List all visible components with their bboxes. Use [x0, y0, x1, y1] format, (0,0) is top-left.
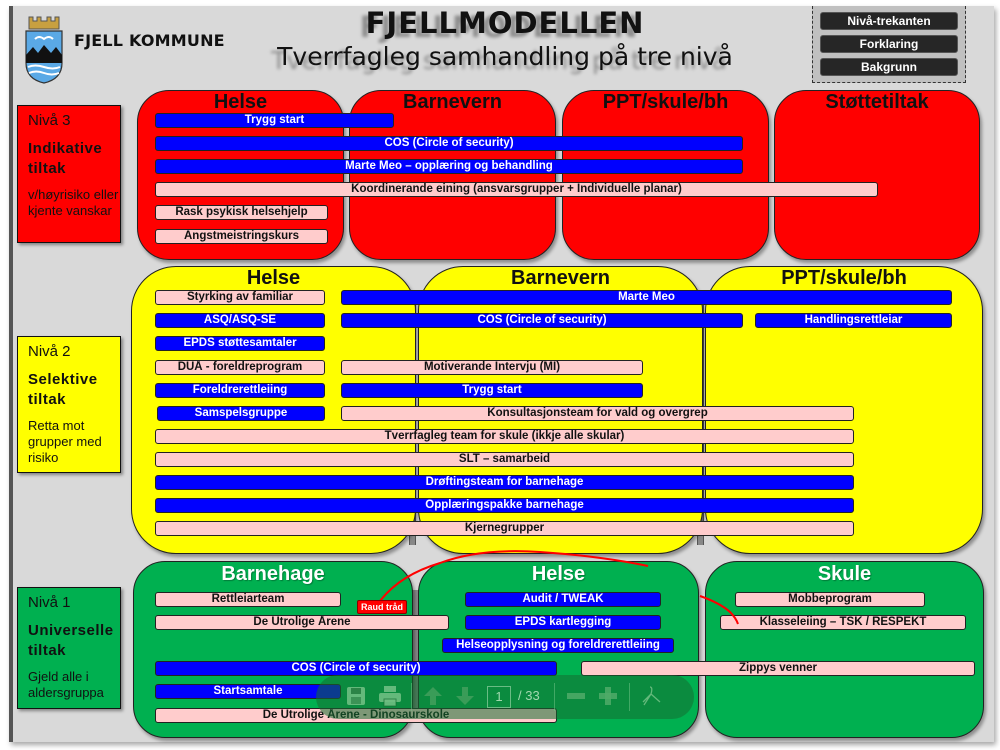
zoom-in-icon[interactable]	[596, 685, 620, 709]
toolbar-separator	[629, 683, 630, 711]
tiltak-bar[interactable]: Mobbeprogram	[735, 592, 925, 607]
org-name: FJELL KOMMUNE	[74, 31, 225, 50]
column-title: Helse	[246, 267, 301, 289]
column-title: Helse	[213, 91, 268, 113]
level-type: Selektive tiltak	[28, 371, 98, 408]
forklaring-button[interactable]: Forklaring	[820, 35, 958, 53]
page-title: FJELLMODELLEN	[365, 6, 645, 40]
tiltak-bar[interactable]: Rettleiarteam	[155, 592, 341, 607]
coat-of-arms-icon	[25, 16, 63, 84]
tiltak-bar[interactable]: COS (Circle of security)	[341, 313, 743, 328]
left-border	[9, 6, 13, 742]
save-icon[interactable]	[344, 685, 368, 709]
column-title: Skule	[817, 563, 872, 585]
pdf-toolbar: 1 / 33	[316, 675, 694, 719]
tiltak-bar[interactable]: COS (Circle of security)	[155, 661, 557, 676]
tiltak-bar[interactable]: Trygg start	[155, 113, 394, 128]
tiltak-bar[interactable]: ASQ/ASQ-SE	[155, 313, 325, 328]
page-subtitle: Tverrfagleg samhandling på tre nivå	[277, 42, 733, 71]
level-3-label: Nivå 3 Indikative tiltak v/høyrisiko ell…	[17, 105, 121, 243]
tiltak-bar[interactable]: Trygg start	[341, 383, 643, 398]
tiltak-bar[interactable]: Startsamtale	[155, 684, 341, 699]
column-title: PPT/skule/bh	[781, 267, 907, 289]
column-title: Støttetiltak	[825, 91, 929, 113]
level1-column-skule: Skule	[705, 561, 984, 738]
level-number: Nivå 3	[28, 112, 71, 129]
tiltak-bar[interactable]: Angstmeistringskurs	[155, 229, 328, 244]
column-title: Helse	[531, 563, 586, 585]
acrobat-icon[interactable]	[639, 685, 663, 709]
tiltak-bar[interactable]: Samspelsgruppe	[157, 406, 325, 421]
level-1-label: Nivå 1 Universelle tiltak Gjeld alle i a…	[17, 587, 121, 709]
tiltak-bar[interactable]: COS (Circle of security)	[155, 136, 743, 151]
tiltak-bar[interactable]: Handlingsrettleiar	[755, 313, 952, 328]
tiltak-bar[interactable]: Drøftingsteam for barnehage	[155, 475, 854, 490]
tiltak-bar[interactable]: Konsultasjonsteam for vald og overgrep	[341, 406, 854, 421]
tiltak-bar[interactable]: Koordinerande eining (ansvarsgrupper + I…	[155, 182, 878, 197]
bakgrunn-button[interactable]: Bakgrunn	[820, 58, 958, 76]
arrow-down-icon[interactable]	[453, 685, 477, 709]
level-description: Retta mot grupper med risiko	[28, 418, 102, 465]
tiltak-bar[interactable]: Styrking av familiar	[155, 290, 325, 305]
level-number: Nivå 2	[28, 343, 71, 360]
zoom-out-icon[interactable]	[564, 685, 588, 709]
tiltak-bar[interactable]: Helseopplysning og foreldrerettleiing	[442, 638, 674, 653]
nav-panel: Nivå-trekanten Forklaring Bakgrunn	[812, 6, 966, 83]
tiltak-bar[interactable]: Foreldrerettleiing	[155, 383, 325, 398]
tiltak-bar[interactable]: Audit / TWEAK	[465, 592, 661, 607]
column-title: PPT/skule/bh	[602, 91, 729, 113]
tiltak-bar[interactable]: Motiverande Intervju (MI)	[341, 360, 643, 375]
tiltak-bar[interactable]: Opplæringspakke barnehage	[155, 498, 854, 513]
tiltak-bar[interactable]: Tverrfagleg team for skule (ikkje alle s…	[155, 429, 854, 444]
tiltak-bar[interactable]: DUÅ - foreldreprogram	[155, 360, 325, 375]
tiltak-bar[interactable]: Zippys venner	[581, 661, 975, 676]
tiltak-bar[interactable]: EPDS støttesamtaler	[155, 336, 325, 351]
tiltak-bar[interactable]: De Utrolige Årene	[155, 615, 449, 630]
tiltak-bar[interactable]: Marte Meo – opplæring og behandling	[155, 159, 743, 174]
level-2-label: Nivå 2 Selektive tiltak Retta mot gruppe…	[17, 336, 121, 473]
level-type: Universelle tiltak	[28, 622, 114, 659]
level-description: Gjeld alle i aldersgruppa	[28, 669, 104, 700]
niva-trekanten-button[interactable]: Nivå-trekanten	[820, 12, 958, 30]
level-description: v/høyrisiko eller kjente vanskar	[28, 187, 119, 218]
column-title: Barnevern	[511, 267, 610, 289]
level-number: Nivå 1	[28, 594, 71, 611]
arrow-up-icon[interactable]	[421, 685, 445, 709]
column-title: Barnehage	[221, 563, 325, 585]
tiltak-bar[interactable]: Kjernegrupper	[155, 521, 854, 536]
print-icon[interactable]	[378, 685, 402, 709]
level-type: Indikative tiltak	[28, 140, 103, 177]
tiltak-bar[interactable]: EPDS kartlegging	[465, 615, 661, 630]
page-number-input[interactable]: 1	[487, 686, 511, 708]
tiltak-bar[interactable]: Klasseleiing – TSK / RESPEKT	[720, 615, 966, 630]
raud-trad-label[interactable]: Raud tråd	[357, 600, 407, 614]
tiltak-bar[interactable]: Marte Meo	[341, 290, 952, 305]
column-title: Barnevern	[403, 91, 502, 113]
toolbar-separator	[411, 683, 412, 711]
level3-column-stottetiltak: Støttetiltak	[774, 90, 980, 260]
tiltak-bar[interactable]: Rask psykisk helsehjelp	[155, 205, 328, 220]
page-total: / 33	[518, 688, 540, 703]
tiltak-bar[interactable]: SLT – samarbeid	[155, 452, 854, 467]
toolbar-separator	[554, 683, 555, 711]
level3-column-ppt: PPT/skule/bh	[562, 90, 769, 260]
